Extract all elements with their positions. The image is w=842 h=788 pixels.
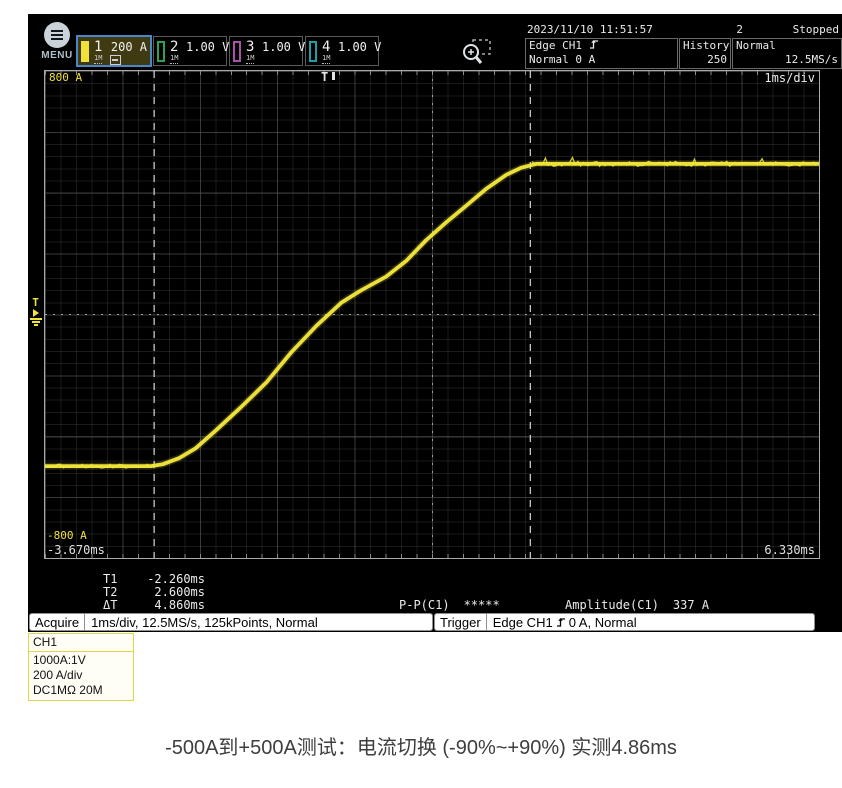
channel-3-scale: 1.00 V: [262, 40, 305, 54]
trigger-position-marker[interactable]: T: [321, 70, 339, 86]
menu-button[interactable]: MENU: [36, 22, 78, 68]
channel-2-scale: 1.00 V: [186, 40, 229, 54]
trigger-mode-label: Normal 0 A: [529, 53, 674, 67]
timebase-label: 1ms/div: [764, 71, 815, 85]
channel-2-button[interactable]: 2 1.00 V 1M: [153, 36, 227, 66]
history-box[interactable]: History 250: [679, 38, 731, 69]
channel-4-number: 4: [322, 40, 338, 54]
channel-1-color-swatch: [81, 41, 89, 62]
channel-3-color-swatch: [233, 41, 241, 62]
amplitude-measurement: Amplitude(C1)337 A: [565, 598, 709, 612]
acquisition-count: 2: [688, 23, 743, 36]
oscilloscope-screenshot: MENU 1 200 A 1M 2 1.00 V 1M 3 1.00 V 1M: [28, 14, 842, 632]
channel-4-color-swatch: [309, 41, 317, 62]
ch1-waveform-glow: [45, 164, 819, 466]
trigger-settings-pre: Edge CH1: [493, 615, 553, 630]
acquisition-mode-label: Normal: [736, 39, 838, 53]
channel-button-row: 1 200 A 1M 2 1.00 V 1M 3 1.00 V 1M 4 1.0…: [77, 36, 379, 66]
channel-4-button[interactable]: 4 1.00 V 1M: [305, 36, 379, 66]
cursor-t1-readout: T1-2.260ms: [103, 572, 205, 586]
rising-edge-icon: [589, 39, 599, 50]
ch1-vertical-scale: 200 A/div: [29, 667, 133, 682]
impedance-icon: 1M: [170, 55, 178, 64]
run-state-label: Stopped: [793, 23, 839, 36]
ch1-info-title: CH1: [29, 634, 133, 652]
trigger-label: Trigger: [435, 614, 487, 630]
trigger-info-box[interactable]: Edge CH1 Normal 0 A: [525, 38, 678, 69]
zoom-tool-icon[interactable]: [460, 38, 494, 68]
impedance-icon: 1M: [246, 55, 254, 64]
impedance-icon: 1M: [322, 55, 330, 64]
channel-3-number: 3: [246, 40, 262, 54]
sample-rate-label: 12.5MS/s: [736, 53, 838, 67]
acquire-label: Acquire: [30, 614, 85, 630]
trigger-status-bar[interactable]: Trigger Edge CH1 0 A, Normal: [434, 613, 815, 631]
waveform-style-icon: [110, 55, 121, 65]
pp-measurement: P-P(C1)*****: [399, 598, 500, 612]
trigger-type-label: Edge CH1: [529, 39, 582, 52]
ch1-coupling: DC1MΩ 20M: [29, 682, 133, 700]
history-label: History: [683, 39, 727, 53]
channel-2-color-swatch: [157, 41, 165, 62]
ch1-info-panel: CH1 1000A:1V 200 A/div DC1MΩ 20M: [28, 633, 134, 701]
waveform-canvas: [45, 71, 819, 558]
channel-1-button[interactable]: 1 200 A 1M: [77, 36, 151, 66]
acquire-status-bar[interactable]: Acquire 1ms/div, 12.5MS/s, 125kPoints, N…: [29, 613, 433, 631]
trigger-level-marker[interactable]: T: [28, 298, 43, 326]
acquisition-mode-box[interactable]: Normal 12.5MS/s: [732, 38, 842, 69]
trigger-settings-post: 0 A, Normal: [569, 615, 637, 630]
impedance-icon: 1M: [94, 55, 102, 64]
channel-1-scale: 200 A: [111, 40, 147, 54]
ch1-waveform: [45, 164, 819, 466]
channel-1-number: 1: [94, 40, 110, 54]
time-right-label: 6.330ms: [764, 543, 815, 557]
top-scale-label: 800 A: [49, 71, 82, 84]
time-left-label: -3.670ms: [47, 543, 105, 557]
history-count: 250: [683, 53, 727, 67]
ch1-probe-ratio: 1000A:1V: [29, 652, 133, 667]
document-page: MENU 1 200 A 1M 2 1.00 V 1M 3 1.00 V 1M: [0, 0, 842, 788]
channel-4-scale: 1.00 V: [338, 40, 381, 54]
cursor-dt-readout: ΔT4.860ms: [103, 598, 205, 612]
rising-edge-icon: [556, 617, 566, 628]
acquire-settings: 1ms/div, 12.5MS/s, 125kPoints, Normal: [85, 615, 324, 630]
menu-icon: [44, 22, 70, 48]
waveform-display: 800 A -800 A -3.670ms 6.330ms 1ms/div T: [44, 70, 820, 559]
cursor-t2-readout: T22.600ms: [103, 585, 205, 599]
channel-2-number: 2: [170, 40, 186, 54]
channel-3-button[interactable]: 3 1.00 V 1M: [229, 36, 303, 66]
menu-label: MENU: [36, 50, 78, 61]
datetime-label: 2023/11/10 11:51:57: [527, 23, 653, 36]
figure-caption: -500A到+500A测试：电流切换 (-90%~+90%) 实测4.86ms: [0, 731, 842, 760]
bottom-scale-label: -800 A: [47, 529, 87, 542]
